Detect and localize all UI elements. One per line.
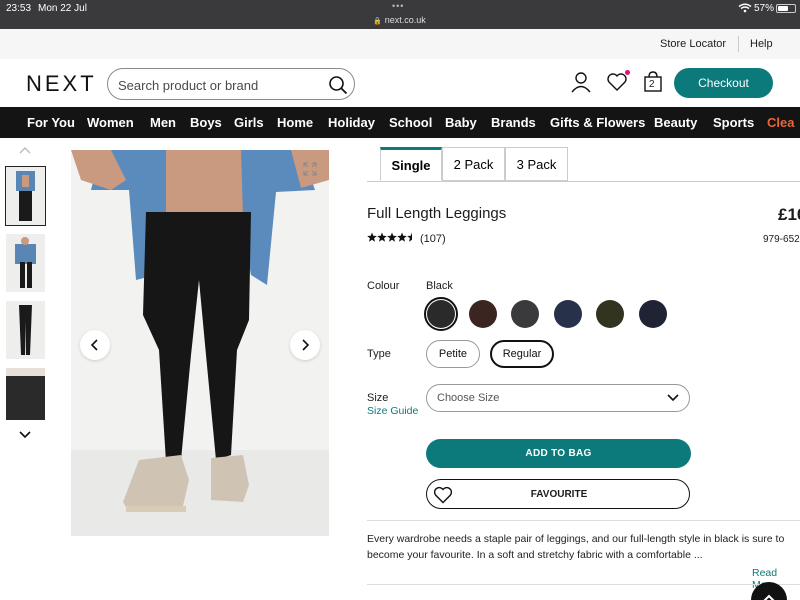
nav-item-school[interactable]: School <box>389 115 432 130</box>
size-select-value: Choose Size <box>437 392 500 404</box>
product-description: Every wardrobe needs a staple pair of le… <box>367 533 785 561</box>
divider <box>738 36 739 52</box>
thumbnail-3[interactable] <box>6 301 45 359</box>
ios-status-bar: 23:53 Mon 22 Jul ••• 🔒 next.co.uk 57% <box>0 0 800 29</box>
shopping-bag-icon[interactable]: 2 <box>642 71 664 93</box>
category-nav: For You Women Men Boys Girls Home Holida… <box>0 107 800 138</box>
nav-item-men[interactable]: Men <box>150 115 176 130</box>
bag-count: 2 <box>649 79 655 90</box>
chevron-up-icon <box>763 594 775 600</box>
size-guide-link[interactable]: Size Guide <box>367 405 418 417</box>
battery-icon <box>776 4 796 13</box>
tab-underline <box>367 181 800 182</box>
nav-item-women[interactable]: Women <box>87 115 134 130</box>
nav-item-clearance[interactable]: Clea <box>767 115 794 130</box>
thumbnail-2[interactable] <box>6 234 45 292</box>
chevron-down-icon <box>667 394 679 402</box>
type-petite-button[interactable]: Petite <box>426 340 480 368</box>
nav-item-boys[interactable]: Boys <box>190 115 222 130</box>
address-bar[interactable]: 🔒 next.co.uk <box>373 15 426 25</box>
nav-item-holiday[interactable]: Holiday <box>328 115 375 130</box>
chevron-down-icon[interactable] <box>18 430 32 440</box>
size-label: Size <box>367 392 389 404</box>
product-title: Full Length Leggings <box>367 205 507 222</box>
type-label: Type <box>367 348 391 360</box>
expand-icon[interactable] <box>303 162 317 176</box>
divider <box>367 584 800 585</box>
favourite-label: FAVOURITE <box>530 489 588 500</box>
tab-single[interactable]: Single <box>380 147 442 181</box>
nav-item-beauty[interactable]: Beauty <box>654 115 697 130</box>
colour-label: Colour <box>367 280 400 292</box>
tab-3-pack[interactable]: 3 Pack <box>505 147 568 181</box>
favourite-button[interactable]: FAVOURITE <box>426 479 690 509</box>
nav-item-gifts-flowers[interactable]: Gifts & Flowers <box>550 115 645 130</box>
chevron-right-icon <box>302 339 310 351</box>
help-link[interactable]: Help <box>750 38 773 50</box>
wishlist-notification-dot <box>625 70 630 75</box>
swatch-navy[interactable] <box>639 300 667 328</box>
swatch-brown[interactable] <box>469 300 497 328</box>
status-time: 23:53 <box>6 3 32 14</box>
account-icon[interactable] <box>570 71 592 93</box>
search-icon[interactable] <box>328 75 348 95</box>
nav-item-girls[interactable]: Girls <box>234 115 264 130</box>
size-select[interactable]: Choose Size <box>426 384 690 412</box>
lock-icon: 🔒 <box>373 18 382 25</box>
url-text: next.co.uk <box>384 15 426 25</box>
divider <box>367 520 800 521</box>
search-input[interactable] <box>118 75 318 95</box>
nav-item-baby[interactable]: Baby <box>445 115 477 130</box>
thumbnail-4[interactable] <box>6 368 45 420</box>
review-count[interactable]: (107) <box>420 233 446 245</box>
nav-item-brands[interactable]: Brands <box>491 115 536 130</box>
battery-percent: 57% <box>754 3 775 14</box>
swatch-charcoal[interactable] <box>511 300 539 328</box>
swatch-khaki[interactable] <box>596 300 624 328</box>
nav-item-home[interactable]: Home <box>277 115 313 130</box>
search-box[interactable] <box>107 68 355 100</box>
nav-item-sports[interactable]: Sports <box>713 115 754 130</box>
back-to-top-button[interactable] <box>751 582 787 600</box>
nav-item-for-you[interactable]: For You <box>27 115 75 130</box>
swatch-black[interactable] <box>427 300 455 328</box>
next-image-button[interactable] <box>290 330 320 360</box>
more-dots-icon[interactable]: ••• <box>392 1 404 11</box>
tab-2-pack[interactable]: 2 Pack <box>442 147 505 181</box>
product-code: 979-652 <box>763 234 800 245</box>
wifi-icon <box>738 3 752 16</box>
type-regular-button[interactable]: Regular <box>490 340 554 368</box>
next-logo[interactable]: NEXT <box>26 71 97 97</box>
thumbnail-1[interactable] <box>5 166 46 226</box>
product-price: £10 <box>778 205 800 224</box>
checkout-button[interactable]: Checkout <box>674 68 773 98</box>
selected-colour: Black <box>426 280 453 292</box>
rating-stars[interactable] <box>367 232 417 244</box>
add-to-bag-button[interactable]: ADD TO BAG <box>426 439 691 468</box>
prev-image-button[interactable] <box>80 330 110 360</box>
site-header: NEXT 2 Checkout <box>0 59 800 107</box>
wishlist-heart-icon[interactable] <box>606 71 628 93</box>
swatch-navy-blue[interactable] <box>554 300 582 328</box>
chevron-left-icon <box>90 339 98 351</box>
utility-bar: Store Locator Help <box>0 29 800 59</box>
chevron-up-icon[interactable] <box>18 145 32 155</box>
status-date: Mon 22 Jul <box>38 3 87 14</box>
store-locator-link[interactable]: Store Locator <box>660 38 726 50</box>
